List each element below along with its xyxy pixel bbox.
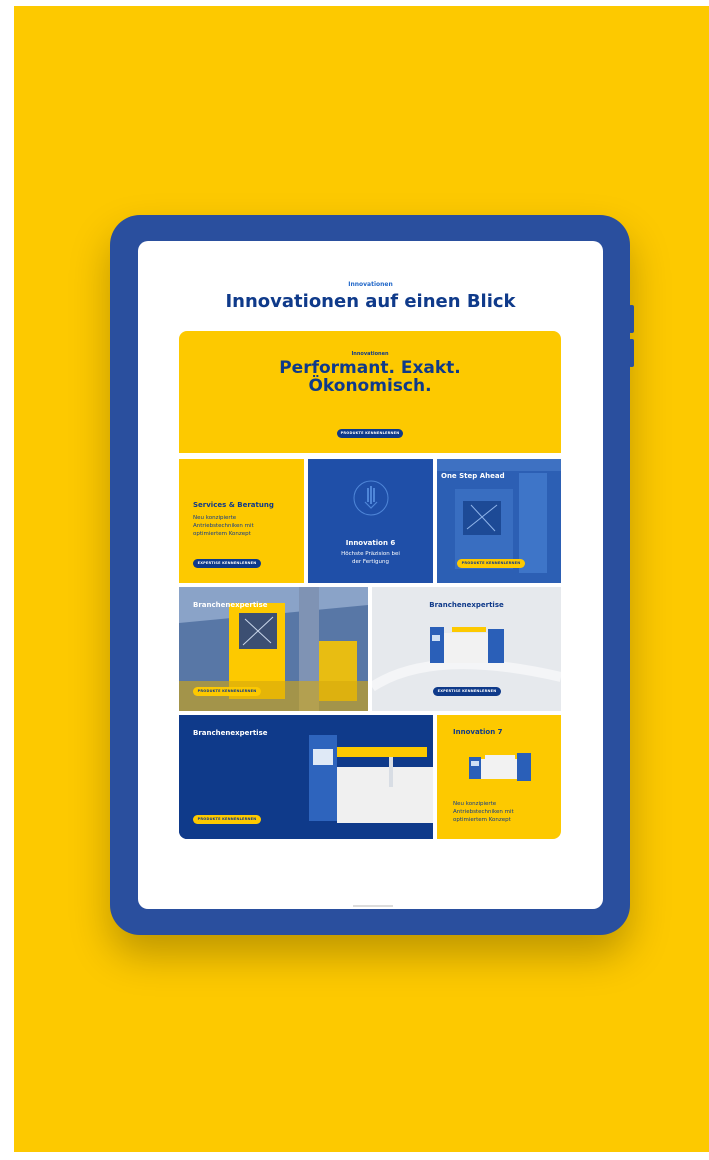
hero-card: Innovationen Performant. Exakt. Ökonomis… [179,331,561,453]
card-branche-2-button[interactable]: EXPERTISE KENNENLERNEN [433,687,501,696]
card-services-title: Services & Beratung [193,501,274,509]
card-branche-1-title: Branchenexpertise [193,601,268,609]
hero-headline-line1: Performant. Exakt. [279,358,461,378]
card-branche-2[interactable]: Branchenexpertise EXPERTISE KENNENLERNEN [372,587,561,711]
card-innovation7-text-line1: Neu konzipierte [453,801,497,807]
card-branche-2-title: Branchenexpertise [429,601,504,609]
card-innovation7-text-line3: optimiertem Konzept [453,817,511,823]
card-services-text: Neu konzipierte Antriebstechniken mit op… [193,514,254,538]
machine-product-image [469,753,531,781]
precision-icon [353,480,389,516]
card-innovation7-text: Neu konzipierte Antriebstechniken mit op… [453,800,514,824]
card-branche-3-button[interactable]: PRODUKTE KENNENLERNEN [193,815,261,824]
section-eyebrow: Innovationen [348,281,393,288]
tablet-screen: Innovationen Innovationen auf einen Blic… [138,241,603,909]
hero-cta-button[interactable]: PRODUKTE KENNENLERNEN [337,429,403,438]
card-branche-1[interactable]: Branchenexpertise PRODUKTE KENNENLERNEN [179,587,368,711]
card-branche-3[interactable]: Branchenexpertise PRODUKTE KENNENLERNEN [179,715,433,839]
card-services-text-line3: optimiertem Konzept [193,531,251,537]
card-branche-3-title: Branchenexpertise [193,729,268,737]
card-innovation6-text: Höchste Präzision bei der Fertigung [308,550,433,566]
card-innovation7-title: Innovation 7 [453,728,503,736]
card-services-text-line1: Neu konzipierte [193,515,237,521]
card-one-step-title: One Step Ahead [441,472,505,480]
page-title: Innovationen auf einen Blick [225,291,516,312]
tablet-device: Innovationen Innovationen auf einen Blic… [110,215,634,935]
card-services-button[interactable]: EXPERTISE KENNENLERNEN [193,559,261,568]
hero-headline-line2: Ökonomisch. [308,376,432,396]
volume-up-button [629,305,634,333]
card-branche-1-button[interactable]: PRODUKTE KENNENLERNEN [193,687,261,696]
volume-down-button [629,339,634,367]
card-innovation6-text-line2: der Fertigung [351,559,390,565]
card-innovation6-title: Innovation 6 [345,539,396,547]
card-services-text-line2: Antriebstechniken mit [193,523,254,529]
hero-kicker: Innovationen [351,351,389,357]
footer-divider [353,905,393,907]
card-services[interactable]: Services & Beratung Neu konzipierte Antr… [179,459,304,583]
card-innovation6[interactable]: Innovation 6 Höchste Präzision bei der F… [308,459,433,583]
card-one-step-ahead[interactable]: One Step Ahead PRODUKTE KENNENLERNEN [437,459,561,583]
card-innovation7-text-line2: Antriebstechniken mit [453,809,514,815]
card-one-step-button[interactable]: PRODUKTE KENNENLERNEN [457,559,525,568]
hero-headline: Performant. Exakt. Ökonomisch. [179,359,561,395]
card-innovation6-text-line1: Höchste Präzision bei [341,551,400,557]
card-innovation7[interactable]: Innovation 7 Neu konzipierte Antriebstec… [437,715,561,839]
